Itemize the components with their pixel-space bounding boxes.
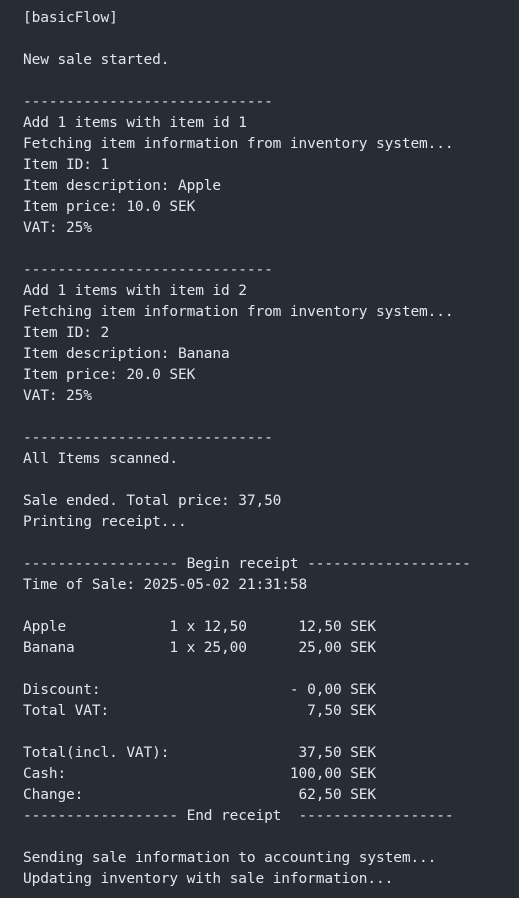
console-line: Sending sale information to accounting s… <box>23 850 437 866</box>
console-line: Fetching item information from inventory… <box>23 304 454 320</box>
console-line: Item ID: 2 <box>23 325 110 341</box>
console-line: Sale ended. Total price: 37,50 <box>23 493 282 509</box>
console-line: Banana 1 x 25,00 25,00 SEK <box>23 640 376 656</box>
console-line: ------------------ End receipt ---------… <box>23 808 454 824</box>
console-line: [basicFlow] <box>23 10 118 26</box>
console-line: Discount: - 0,00 SEK <box>23 682 376 698</box>
console-line: ----------------------------- <box>23 94 273 110</box>
console-line: Total(incl. VAT): 37,50 SEK <box>23 745 376 761</box>
console-line: Add 1 items with item id 2 <box>23 283 247 299</box>
console-output: [basicFlow] New sale started. ----------… <box>0 0 519 898</box>
console-line: New sale started. <box>23 52 170 68</box>
console-line: Item ID: 1 <box>23 157 110 173</box>
console-line: Item description: Apple <box>23 178 222 194</box>
console-line: Item description: Banana <box>23 346 230 362</box>
console-line: ----------------------------- <box>23 262 273 278</box>
console-line: Updating inventory with sale information… <box>23 871 394 887</box>
console-line: Item price: 10.0 SEK <box>23 199 196 215</box>
console-line: Add 1 items with item id 1 <box>23 115 247 131</box>
console-line: All Items scanned. <box>23 451 178 467</box>
console-line: ------------------ Begin receipt -------… <box>23 556 471 572</box>
console-line: Item price: 20.0 SEK <box>23 367 196 383</box>
console-line: ----------------------------- <box>23 430 273 446</box>
console-line: Apple 1 x 12,50 12,50 SEK <box>23 619 376 635</box>
console-line: Printing receipt... <box>23 514 187 530</box>
console-line: Time of Sale: 2025-05-02 21:31:58 <box>23 577 308 593</box>
console-line: Total VAT: 7,50 SEK <box>23 703 376 719</box>
console-line: VAT: 25% <box>23 388 92 404</box>
console-line: VAT: 25% <box>23 220 92 236</box>
console-line: Change: 62,50 SEK <box>23 787 376 803</box>
console-line: Fetching item information from inventory… <box>23 136 454 152</box>
console-line: Cash: 100,00 SEK <box>23 766 376 782</box>
